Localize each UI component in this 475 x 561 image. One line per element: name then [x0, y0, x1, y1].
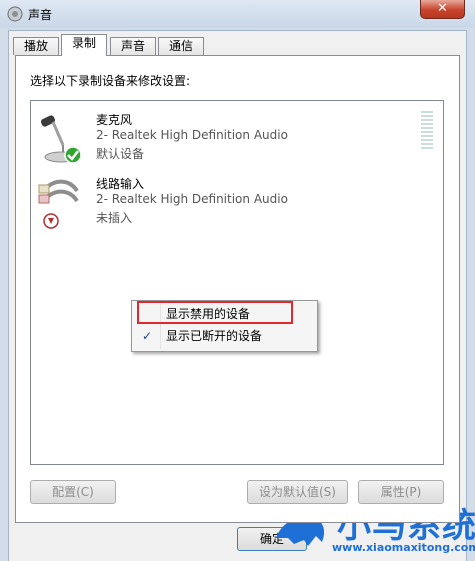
tab-playback[interactable]: 播放 [13, 37, 59, 55]
menu-item-show-disabled[interactable]: 显示禁用的设备 [134, 301, 315, 325]
tab-recording[interactable]: 录制 [61, 34, 107, 56]
device-description: 2- Realtek High Definition Audio [96, 128, 288, 142]
device-status: 默认设备 [96, 147, 145, 161]
checkmark-icon: ✓ [142, 329, 153, 343]
device-description: 2- Realtek High Definition Audio [96, 192, 288, 206]
context-menu: 显示禁用的设备 ✓ 显示已断开的设备 [131, 300, 318, 352]
button-label: 属性(P) [380, 485, 422, 499]
tab-communications[interactable]: 通信 [158, 37, 204, 55]
device-name: 麦克风 [96, 113, 133, 127]
line-in-cable-icon [38, 179, 79, 229]
title-bar: 声音 ✕ [0, 0, 475, 28]
close-icon: ✕ [437, 1, 448, 16]
close-button[interactable]: ✕ [420, 0, 465, 19]
set-default-button[interactable]: 设为默认值(S) [247, 480, 348, 504]
tab-label: 播放 [23, 39, 48, 53]
device-item-line-in[interactable]: 线路输入 2- Realtek High Definition Audio 未插… [31, 169, 443, 231]
properties-button[interactable]: 属性(P) [358, 480, 444, 504]
speaker-icon [7, 6, 23, 22]
button-label: 配置(C) [52, 485, 94, 499]
dialog-client: 播放 录制 声音 通信 选择以下录制设备来修改设置: 麦克风 2- Realte… [8, 30, 467, 561]
tab-label: 通信 [168, 39, 193, 53]
device-status: 未插入 [96, 211, 133, 225]
microphone-icon [40, 115, 82, 164]
tab-sounds[interactable]: 声音 [110, 37, 156, 55]
device-item-microphone[interactable]: 麦克风 2- Realtek High Definition Audio 默认设… [31, 105, 443, 167]
configure-button[interactable]: 配置(C) [30, 480, 116, 504]
highlight-box [137, 301, 293, 324]
window-title: 声音 [28, 8, 53, 22]
level-meter [421, 111, 433, 151]
default-check-icon [64, 146, 82, 164]
button-label: 设为默认值(S) [259, 485, 336, 499]
watermark-url: www.xiaomaxitong.com [332, 541, 475, 554]
tab-label: 声音 [120, 39, 145, 53]
device-list[interactable]: 麦克风 2- Realtek High Definition Audio 默认设… [30, 100, 444, 465]
menu-item-show-disconnected[interactable]: ✓ 显示已断开的设备 [134, 325, 315, 347]
device-name: 线路输入 [96, 177, 145, 191]
menu-item-label: 显示已断开的设备 [166, 329, 263, 343]
tab-label: 录制 [71, 36, 96, 50]
recording-panel: 选择以下录制设备来修改设置: 麦克风 2- Realtek High Defin… [15, 55, 460, 523]
instruction-text: 选择以下录制设备来修改设置: [30, 74, 191, 88]
